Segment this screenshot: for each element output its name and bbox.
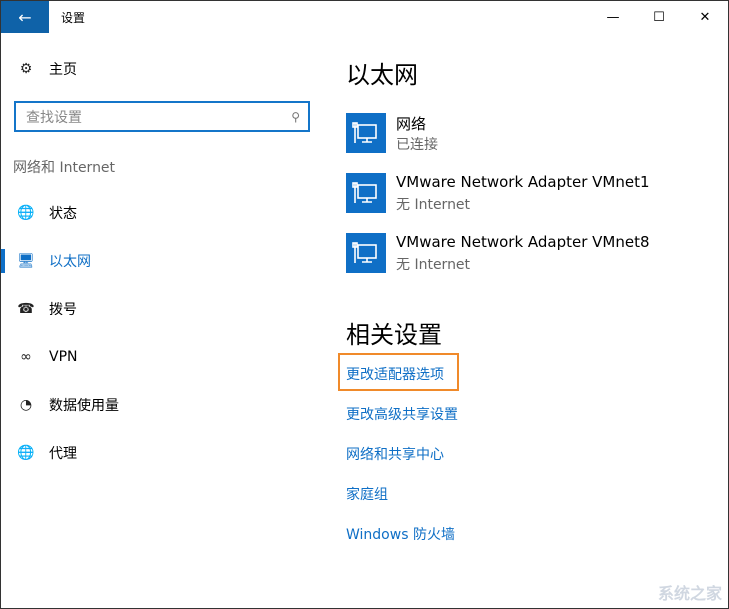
sidebar-item-home[interactable]: ⚙ 主页 [1, 49, 331, 89]
sidebar-item-vpn[interactable]: ∞ VPN [1, 337, 331, 377]
network-item[interactable]: 网络 已连接 [346, 113, 706, 153]
globe-icon: 🌐 [17, 445, 35, 461]
gear-icon: ⚙ [19, 61, 33, 77]
sidebar-item-ethernet[interactable]: 🖥 以太网 [1, 241, 331, 281]
section-heading: 网络和 Internet [13, 160, 116, 176]
watermark-logo: 系统之家 [657, 584, 722, 603]
back-button[interactable]: ← [1, 1, 49, 33]
change-adapter-options-link[interactable]: 更改适配器选项 [346, 364, 444, 384]
network-item[interactable]: VMware Network Adapter VMnet8 无 Internet [346, 233, 706, 273]
ethernet-icon [346, 173, 386, 213]
advanced-sharing-link[interactable]: 更改高级共享设置 [346, 404, 458, 424]
ethernet-icon [346, 113, 386, 153]
sidebar-item-proxy[interactable]: 🌐 代理 [1, 433, 331, 473]
dialup-icon: ☎ [17, 301, 35, 317]
network-sharing-center-link[interactable]: 网络和共享中心 [346, 444, 444, 464]
ethernet-icon [346, 233, 386, 273]
settings-window: ← 设置 — ☐ ✕ ⚙ 主页 查找设置 ⚲ 网络和 Internet 🌐 状态 … [0, 0, 729, 609]
sidebar-item-data-usage[interactable]: ◔ 数据使用量 [1, 385, 331, 425]
back-arrow-icon: ← [18, 7, 32, 27]
minimize-button[interactable]: — [590, 1, 636, 33]
sidebar-item-dialup[interactable]: ☎ 拨号 [1, 289, 331, 329]
close-button[interactable]: ✕ [682, 1, 728, 33]
maximize-button[interactable]: ☐ [636, 1, 682, 33]
data-usage-icon: ◔ [19, 397, 33, 413]
windows-firewall-link[interactable]: Windows 防火墙 [346, 524, 455, 544]
title-bar: ← 设置 — ☐ ✕ [1, 1, 728, 33]
search-input[interactable]: 查找设置 ⚲ [14, 101, 310, 132]
related-settings-heading: 相关设置 [346, 321, 442, 349]
search-icon: ⚲ [291, 109, 300, 124]
page-title: 以太网 [346, 61, 418, 89]
homegroup-link[interactable]: 家庭组 [346, 484, 388, 504]
network-item[interactable]: VMware Network Adapter VMnet1 无 Internet [346, 173, 706, 213]
window-title: 设置 [61, 11, 86, 25]
globe-status-icon: 🌐 [17, 205, 35, 221]
vpn-icon: ∞ [20, 349, 32, 365]
ethernet-icon: 🖥 [17, 253, 35, 269]
sidebar-item-status[interactable]: 🌐 状态 [1, 193, 331, 233]
